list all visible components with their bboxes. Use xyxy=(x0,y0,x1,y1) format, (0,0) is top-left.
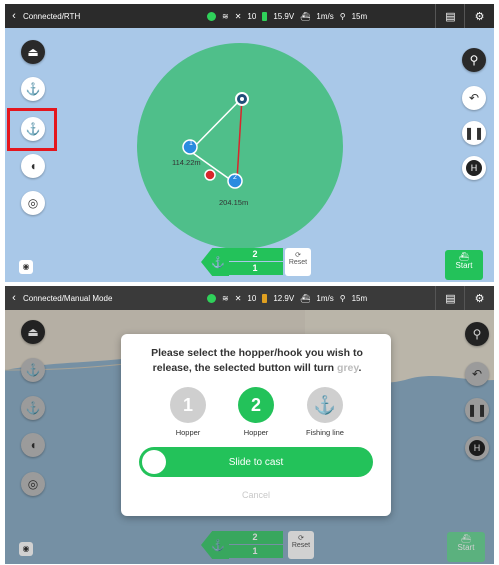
hopper-2-option[interactable]: 2 Hopper xyxy=(226,387,286,437)
connection-status: Connected/Manual Mode xyxy=(23,293,113,303)
satellite-icon: ✕ xyxy=(234,293,242,303)
screen-rth: 1 2 114.22m 204.15m ‹ Connected/RTH ≋ ✕ … xyxy=(5,4,494,282)
dialog-message: Please select the hopper/hook you wish t… xyxy=(135,346,379,376)
range-circle xyxy=(137,43,343,249)
cancel-button[interactable]: Cancel xyxy=(121,490,391,500)
screen-manual: ‹ Connected/Manual Mode ≋ ✕ 10 12.9V ⛴ 1… xyxy=(5,286,494,564)
battery-icon xyxy=(262,11,268,21)
return-button[interactable]: ↶ xyxy=(462,86,486,110)
back-icon[interactable]: ‹ xyxy=(5,10,23,22)
target-icon: ◉ xyxy=(22,262,30,271)
connection-dot-icon xyxy=(207,11,216,21)
boat-icon: ⛴ xyxy=(458,252,470,261)
battery-voltage: 12.9V xyxy=(273,293,295,303)
hopper-2-label: Hopper xyxy=(243,428,269,437)
waypoint-2-label: 2 xyxy=(233,174,237,181)
speed-value: 1m/s xyxy=(316,293,334,303)
map-pin-icon: ⚲ xyxy=(469,53,479,67)
slider-label: Slide to cast xyxy=(228,456,284,468)
hopper-tray-button[interactable]: ⏏ xyxy=(21,40,45,64)
start-button[interactable]: ⛴ Start xyxy=(445,250,483,280)
reset-icon: ⟳ xyxy=(295,252,301,259)
highlight-box xyxy=(7,108,57,151)
satellite-count: 10 xyxy=(247,293,257,303)
settings-gear-icon[interactable]: ⚙ xyxy=(464,4,494,28)
radar-button[interactable]: ◎ xyxy=(21,191,45,215)
location-pin-icon: ⚲ xyxy=(339,11,346,21)
headlight-icon: ◖ xyxy=(29,159,37,173)
home-h-icon: H xyxy=(466,160,482,176)
return-arrow-icon: ↶ xyxy=(468,91,480,105)
release-dialog: Please select the hopper/hook you wish t… xyxy=(121,334,391,516)
locate-button[interactable]: ◉ xyxy=(19,260,33,274)
battery-voltage: 15.9V xyxy=(273,11,295,21)
connection-status: Connected/RTH xyxy=(23,11,81,21)
boat-marker-icon xyxy=(204,169,216,181)
pause-button[interactable]: ❚❚ xyxy=(462,121,486,145)
distance-1-label: 114.22m xyxy=(172,158,201,167)
location-pin-icon: ⚲ xyxy=(339,293,346,303)
reset-button[interactable]: ⟳ Reset xyxy=(285,248,311,276)
wifi-icon: ≋ xyxy=(222,293,229,303)
radar-icon: ◎ xyxy=(27,196,39,210)
log-icon[interactable]: ▤ xyxy=(435,4,465,28)
hook-panel-left-icon[interactable]: ⚓ xyxy=(201,248,229,276)
speed-value: 1m/s xyxy=(316,11,334,21)
sonar-icon: ⚓ xyxy=(25,82,41,96)
log-icon[interactable]: ▤ xyxy=(435,286,465,310)
hook-panel-top[interactable]: 2 xyxy=(227,248,283,261)
sonar-button[interactable]: ⚓ xyxy=(21,77,45,101)
fishing-line-option[interactable]: ⚓ Fishing line xyxy=(295,387,355,437)
wifi-icon: ≋ xyxy=(222,11,229,21)
tray-icon: ⏏ xyxy=(27,45,39,59)
fishing-hook-icon: ⚓ xyxy=(313,394,337,415)
dialog-message-grey-word: grey xyxy=(337,362,359,374)
start-label: Start xyxy=(455,261,473,270)
hopper-1-label: Hopper xyxy=(175,428,201,437)
hopper-2-button[interactable]: 2 xyxy=(238,387,274,423)
dialog-message-end: . xyxy=(358,362,362,374)
status-bar: ‹ Connected/RTH ≋ ✕ 10 15.9V ⛴ 1m/s ⚲ 15… xyxy=(5,4,494,28)
hopper-1-option[interactable]: 1 Hopper xyxy=(158,387,218,437)
back-icon[interactable]: ‹ xyxy=(5,292,23,304)
fishing-line-label: Fishing line xyxy=(306,428,344,437)
home-button[interactable]: H xyxy=(462,156,486,180)
connection-dot-icon xyxy=(207,293,216,303)
light-button[interactable]: ◖ xyxy=(21,154,45,178)
slide-to-cast-slider[interactable]: Slide to cast xyxy=(139,447,373,477)
hopper-1-button[interactable]: 1 xyxy=(170,387,206,423)
boat-speed-icon: ⛴ xyxy=(300,11,311,21)
battery-icon xyxy=(262,293,268,303)
hook-panel-bottom[interactable]: 1 xyxy=(227,262,283,275)
distance-value: 15m xyxy=(351,11,368,21)
settings-gear-icon[interactable]: ⚙ xyxy=(464,286,494,310)
reset-label: Reset xyxy=(288,259,308,266)
waypoint-button[interactable]: ⚲ xyxy=(462,48,486,72)
distance-value: 15m xyxy=(351,293,368,303)
dialog-message-main: Please select the hopper/hook you wish t… xyxy=(151,347,363,374)
pause-icon: ❚❚ xyxy=(463,126,485,140)
satellite-count: 10 xyxy=(247,11,257,21)
hook-panel: ⚓ 2 1 xyxy=(201,248,297,276)
satellite-icon: ✕ xyxy=(234,11,242,21)
slider-knob[interactable] xyxy=(142,450,166,474)
status-bar: ‹ Connected/Manual Mode ≋ ✕ 10 12.9V ⛴ 1… xyxy=(5,286,494,310)
map-view[interactable] xyxy=(5,28,494,282)
fishing-line-button[interactable]: ⚓ xyxy=(307,387,343,423)
distance-2-label: 204.15m xyxy=(219,198,249,207)
waypoint-1-label: 1 xyxy=(189,140,193,147)
boat-speed-icon: ⛴ xyxy=(300,293,311,303)
